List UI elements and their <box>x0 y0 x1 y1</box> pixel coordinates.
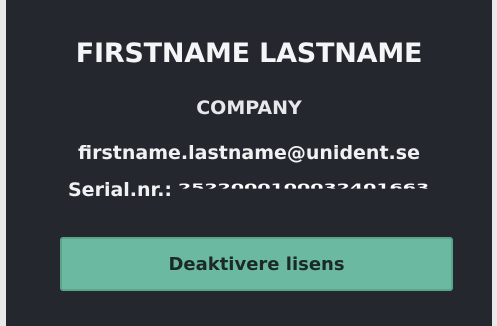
company-name: COMPANY <box>196 97 302 119</box>
serial-number-row: Serial.nr.: 2522000100032401663 <box>68 179 478 201</box>
deactivate-license-button[interactable]: Deaktivere lisens <box>60 237 453 291</box>
serial-number-value: 2522000100032401663 <box>178 181 430 195</box>
user-email: firstname.lastname@unident.se <box>78 142 420 164</box>
deactivate-license-button-label: Deaktivere lisens <box>168 253 345 275</box>
license-card: FIRSTNAME LASTNAME COMPANY firstname.las… <box>6 0 492 326</box>
user-name: FIRSTNAME LASTNAME <box>75 38 423 69</box>
serial-number-label: Serial.nr.: <box>68 179 173 201</box>
